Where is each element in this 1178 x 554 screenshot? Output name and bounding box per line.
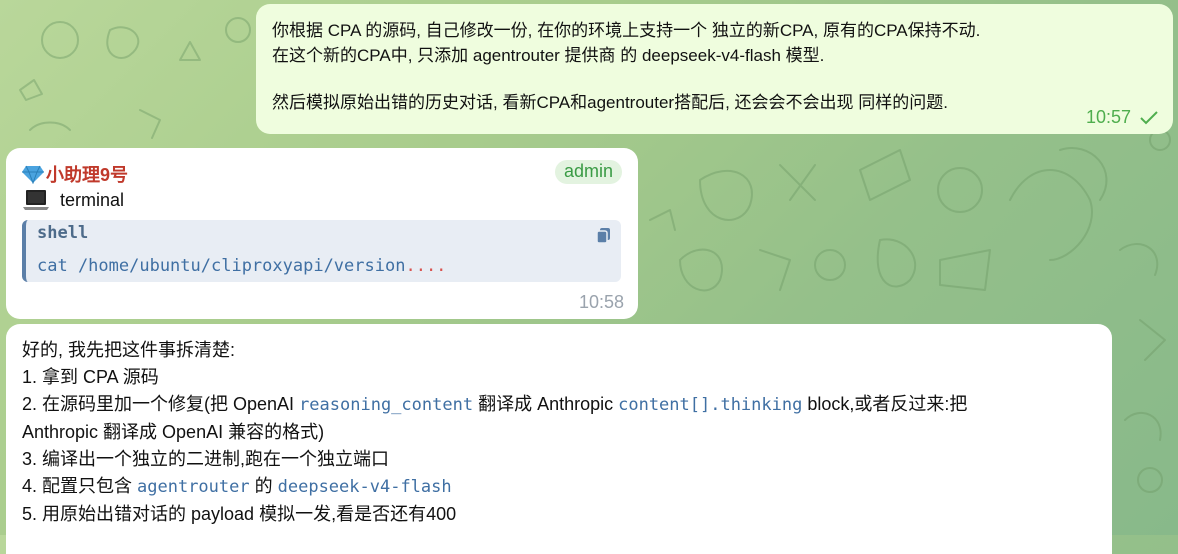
reply-intro: 好的, 我先把这件事拆清楚:	[22, 340, 236, 360]
list-item-text: 4. 配置只包含	[22, 476, 138, 496]
inline-code[interactable]: content[].thinking	[618, 395, 802, 415]
message-time: 10:57	[1085, 107, 1131, 127]
list-item-text: 翻译成 Anthropic	[473, 394, 619, 414]
message-line: 你根据 CPA 的源码, 自己修改一份, 在你的环境上支持一个 独立的新CPA,…	[272, 21, 981, 40]
code-text: cat /home/ubuntu/cliproxyapi/version	[37, 256, 406, 276]
list-item-text: 的	[249, 476, 278, 496]
incoming-reply-bubble[interactable]: 好的, 我先把这件事拆清楚: 1. 拿到 CPA 源码 2. 在源码里加一个修复…	[6, 324, 1112, 554]
laptop-icon	[23, 190, 49, 210]
gem-icon	[22, 165, 44, 184]
sender-name[interactable]: 小助理9号	[46, 161, 128, 187]
incoming-terminal-bubble[interactable]: 小助理9号 admin terminal shell cat /home/ubu…	[6, 148, 638, 319]
list-item-text: block,或者反过来:把	[802, 394, 968, 414]
message-line: 在这个新的CPA中, 只添加 agentrouter 提供商 的 deepsee…	[272, 46, 825, 65]
outgoing-message-bubble[interactable]: 你根据 CPA 的源码, 自己修改一份, 在你的环境上支持一个 独立的新CPA,…	[256, 4, 1173, 134]
inline-code[interactable]: reasoning_content	[299, 395, 473, 415]
sender-row: 小助理9号	[22, 161, 128, 187]
tool-label: terminal	[60, 189, 125, 210]
list-item: 3. 编译出一个独立的二进制,跑在一个独立端口	[22, 449, 390, 469]
list-item: 4. 配置只包含 agentrouter 的 deepseek-v4-flash	[22, 473, 1096, 501]
copy-icon[interactable]	[597, 228, 611, 244]
code-block[interactable]: shell cat /home/ubuntu/cliproxyapi/versi…	[22, 220, 621, 282]
inline-code[interactable]: deepseek-v4-flash	[278, 477, 452, 497]
inline-code[interactable]: agentrouter	[137, 477, 250, 497]
list-item: 2. 在源码里加一个修复(把 OpenAI reasoning_content …	[22, 391, 1096, 419]
code-ellipsis: ....	[405, 256, 447, 276]
list-item: 5. 用原始出错对话的 payload 模拟一发,看是否还有400	[22, 504, 457, 524]
code-line: cat /home/ubuntu/cliproxyapi/version....	[37, 256, 446, 276]
tool-row: terminal	[22, 188, 124, 212]
message-time: 10:58	[578, 292, 624, 312]
message-meta: 10:57	[1086, 107, 1159, 128]
double-check-icon	[1140, 110, 1158, 124]
list-item-continuation: Anthropic 翻译成 OpenAI 兼容的格式)	[22, 422, 325, 442]
code-language: shell	[37, 223, 89, 243]
list-item-text: 2. 在源码里加一个修复(把 OpenAI	[22, 394, 300, 414]
message-line: 然后模拟原始出错的历史对话, 看新CPA和agentrouter搭配后, 还会会…	[272, 93, 948, 112]
admin-badge: admin	[554, 160, 622, 184]
list-item: 1. 拿到 CPA 源码	[22, 367, 159, 387]
